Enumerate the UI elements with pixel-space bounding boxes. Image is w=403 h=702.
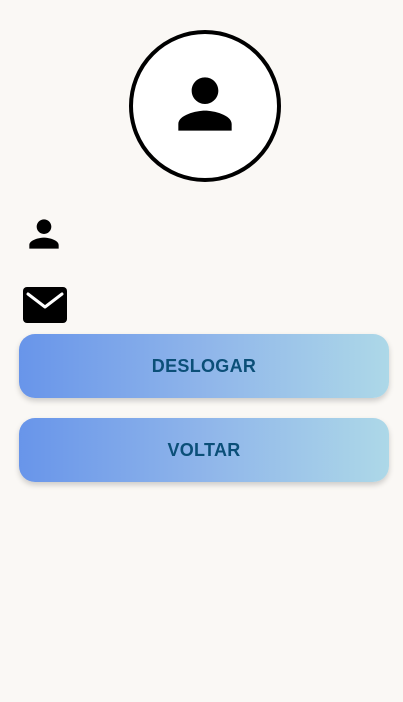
mail-icon bbox=[22, 284, 68, 326]
user-email-row bbox=[22, 284, 80, 326]
person-icon bbox=[165, 64, 245, 149]
logout-button[interactable]: DESLOGAR bbox=[19, 334, 389, 398]
user-name-row bbox=[22, 212, 78, 256]
person-icon bbox=[22, 212, 66, 256]
profile-avatar bbox=[129, 30, 281, 182]
back-button[interactable]: VOLTAR bbox=[19, 418, 389, 482]
